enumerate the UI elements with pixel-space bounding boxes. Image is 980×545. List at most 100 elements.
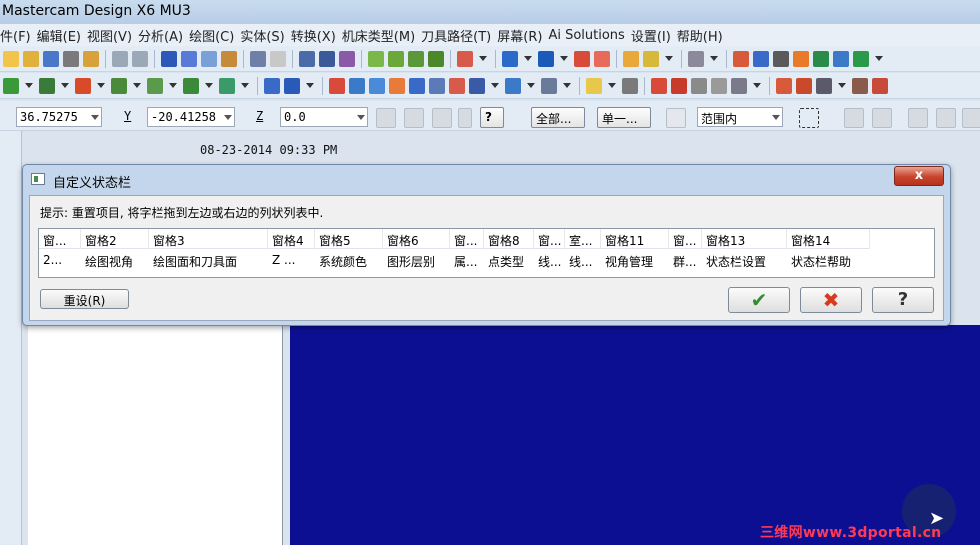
fillet-icon[interactable]	[147, 77, 163, 94]
chevron-down-icon[interactable]	[608, 83, 616, 88]
line-icon[interactable]	[39, 77, 55, 94]
wand-icon[interactable]	[688, 50, 704, 67]
trim-icon[interactable]	[264, 77, 280, 94]
option-icon[interactable]	[458, 108, 472, 128]
reset-button[interactable]: 重设(R)	[40, 289, 129, 309]
zoom-out-icon[interactable]	[270, 50, 286, 67]
chevron-down-icon[interactable]	[665, 56, 673, 61]
pane-value[interactable]: 绘图面和刀具面	[149, 250, 268, 270]
window-select-icon[interactable]	[799, 108, 819, 128]
menu-view[interactable]: 视图(V)	[87, 26, 138, 45]
view-front-icon[interactable]	[319, 50, 335, 67]
redo-icon[interactable]	[132, 50, 148, 67]
pane-header[interactable]: 窗格14	[787, 229, 870, 249]
chevron-down-icon[interactable]	[710, 56, 718, 61]
pane-value[interactable]: 群...	[669, 250, 702, 270]
pane-header[interactable]: 窗...	[534, 229, 565, 249]
menu-xform[interactable]: 转换(X)	[291, 26, 342, 45]
chevron-down-icon[interactable]	[241, 83, 249, 88]
solid-select-icon[interactable]	[872, 108, 892, 128]
body-select-icon[interactable]	[962, 108, 980, 128]
chevron-down-icon[interactable]	[563, 83, 571, 88]
menu-edit[interactable]: 编辑(E)	[37, 26, 87, 45]
editor-icon[interactable]	[753, 50, 769, 67]
operations-manager-panel[interactable]	[28, 325, 283, 545]
sphere-icon[interactable]	[538, 50, 554, 67]
chevron-down-icon[interactable]	[91, 115, 99, 120]
chevron-down-icon[interactable]	[357, 115, 365, 120]
gear-icon[interactable]	[731, 77, 747, 94]
chevron-down-icon[interactable]	[97, 83, 105, 88]
open-folder-icon[interactable]	[23, 50, 39, 67]
globe-icon[interactable]	[502, 50, 518, 67]
cube-right-icon[interactable]	[428, 50, 444, 67]
cancel-button[interactable]: ✖	[800, 287, 862, 313]
analyze-icon[interactable]	[329, 77, 345, 94]
grid-icon[interactable]	[833, 50, 849, 67]
chevron-down-icon[interactable]	[772, 115, 780, 120]
menu-settings[interactable]: 设置(I)	[631, 26, 677, 45]
select-single-button[interactable]: 单一...	[597, 107, 651, 128]
pane-value[interactable]: 状态栏帮助	[787, 250, 870, 270]
chevron-down-icon[interactable]	[205, 83, 213, 88]
help-query-icon[interactable]	[733, 50, 749, 67]
pane-value[interactable]: Z ...	[268, 250, 315, 270]
zoom-window-icon[interactable]	[201, 50, 217, 67]
backplot-icon[interactable]	[872, 77, 888, 94]
roll-icon[interactable]	[469, 77, 485, 94]
pane-header[interactable]: 窗格11	[601, 229, 669, 249]
pane-header[interactable]: 窗格6	[383, 229, 450, 249]
pencil-icon[interactable]	[623, 50, 639, 67]
cursor-select-icon[interactable]	[666, 108, 686, 128]
undo-icon[interactable]	[112, 50, 128, 67]
view-top-icon[interactable]	[299, 50, 315, 67]
menu-ai-solutions[interactable]: Ai Solutions	[548, 28, 630, 43]
close-button[interactable]: x	[894, 166, 944, 186]
move-icon[interactable]	[161, 50, 177, 67]
new-file-icon[interactable]	[3, 50, 19, 67]
menu-screen[interactable]: 屏幕(R)	[497, 26, 548, 45]
break-icon[interactable]	[284, 77, 300, 94]
menu-create[interactable]: 绘图(C)	[189, 26, 240, 45]
menu-help[interactable]: 帮助(H)	[677, 26, 729, 45]
palette-icon[interactable]	[793, 50, 809, 67]
status-pane-list[interactable]: 窗... 窗格2 窗格3 窗格4 窗格5 窗格6 窗... 窗格8 窗... 室…	[38, 228, 935, 278]
edge-select-icon[interactable]	[936, 108, 956, 128]
scale-icon[interactable]	[409, 77, 425, 94]
page-icon[interactable]	[691, 77, 707, 94]
menu-analyze[interactable]: 分析(A)	[138, 26, 189, 45]
chevron-down-icon[interactable]	[133, 83, 141, 88]
pane-header[interactable]: 窗格13	[702, 229, 787, 249]
pane-header[interactable]: 窗格2	[81, 229, 149, 249]
fastpoint-icon[interactable]	[404, 108, 424, 128]
selection-range-dropdown[interactable]: 范围内	[697, 107, 783, 127]
y-coordinate-field[interactable]: -20.41258	[147, 107, 235, 127]
pane-value[interactable]: 系统颜色	[315, 250, 383, 270]
toolpath-icon[interactable]	[776, 77, 792, 94]
translate-icon[interactable]	[349, 77, 365, 94]
select-all-button[interactable]: 全部...	[531, 107, 585, 128]
dimension-icon[interactable]	[622, 77, 638, 94]
rotate-icon[interactable]	[369, 77, 385, 94]
pane-value[interactable]: 状态栏设置	[702, 250, 787, 270]
chevron-down-icon[interactable]	[753, 83, 761, 88]
chevron-down-icon[interactable]	[527, 83, 535, 88]
verify-icon[interactable]	[852, 77, 868, 94]
z-coordinate-field[interactable]: 0.0	[280, 107, 368, 127]
ruler-icon[interactable]	[773, 50, 789, 67]
chevron-down-icon[interactable]	[875, 56, 883, 61]
ok-button[interactable]: ✔	[728, 287, 790, 313]
pane-value[interactable]: 视角管理	[601, 250, 669, 270]
offset-icon[interactable]	[429, 77, 445, 94]
pane-header[interactable]: 窗格5	[315, 229, 383, 249]
pane-value[interactable]: 线...	[534, 250, 565, 270]
pane-header[interactable]: 窗...	[450, 229, 484, 249]
help-button[interactable]: ?	[872, 287, 934, 313]
save-icon[interactable]	[43, 50, 59, 67]
chevron-down-icon[interactable]	[524, 56, 532, 61]
brush-icon[interactable]	[83, 50, 99, 67]
mirror-icon[interactable]	[389, 77, 405, 94]
pane-header[interactable]: 窗格3	[149, 229, 268, 249]
pane-header[interactable]: 窗格8	[484, 229, 534, 249]
pane-value[interactable]: 图形层别	[383, 250, 450, 270]
